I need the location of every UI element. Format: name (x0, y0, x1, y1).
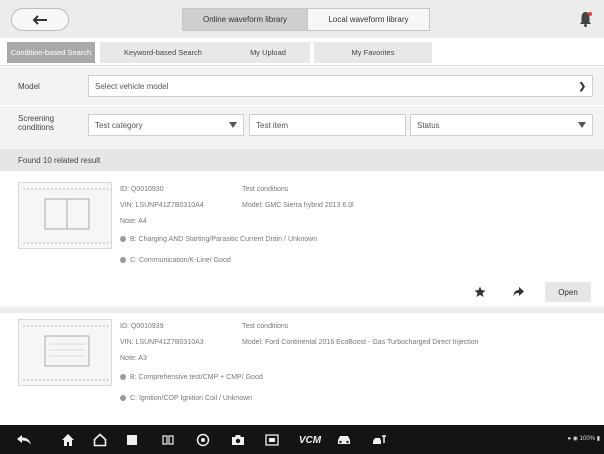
tab-my-favorites[interactable]: My Favorites (314, 42, 432, 63)
star-favorite-icon[interactable] (474, 286, 486, 300)
top-bar: Online waveform library Local waveform l… (0, 0, 604, 38)
chevron-right-icon: ❯ (578, 80, 586, 91)
model-select[interactable]: Select vehicle model ❯ (88, 75, 593, 97)
recent-apps-icon[interactable] (124, 432, 140, 448)
result-card[interactable]: ID: Q0010930 VIN: LSUNP41Z7B0310A4 Note:… (0, 172, 604, 307)
model-label: Model (18, 82, 40, 91)
test-category-select[interactable]: Test category (88, 114, 244, 136)
channel-c-info: C: Communication/K-Line/ Good (120, 257, 231, 264)
model-placeholder: Select vehicle model (95, 81, 169, 91)
browser-icon[interactable] (195, 432, 211, 448)
waveform-preview-icon (23, 188, 109, 244)
channel-c-text: C: Communication/K-Line/ Good (130, 257, 231, 264)
result-vin: VIN: LSUNP41Z7B0310A3 (120, 339, 204, 346)
result-model: Model: Ford Continental 2016 EcoBoost - … (242, 339, 479, 346)
car-service-icon[interactable] (372, 432, 388, 448)
screening-label: Screening conditions (18, 114, 55, 132)
bottom-nav-bar: VCM ● ◉ 100% ▮ (0, 425, 604, 454)
dropdown-arrow-icon (229, 122, 237, 128)
camera-icon[interactable] (230, 432, 246, 448)
tab-condition-based-search[interactable]: Condition-based Search (7, 42, 95, 63)
split-screen-icon[interactable] (160, 432, 176, 448)
car-icon[interactable] (336, 432, 352, 448)
channel-b-text: B: Charging AND Starting/Parasitic Curre… (130, 236, 318, 243)
channel-dot-icon (120, 374, 126, 381)
channel-dot-icon (120, 257, 126, 264)
home-outline-icon[interactable] (92, 432, 108, 448)
status-bar: ● ◉ 100% ▮ (567, 435, 600, 442)
tab-online-waveform-library[interactable]: Online waveform library (182, 8, 308, 31)
wifi-icon: ◉ (572, 436, 578, 442)
dropdown-arrow-icon (578, 122, 586, 128)
back-arrow-icon (32, 14, 47, 25)
channel-c-info: C: Ignition/COP Ignition Coil / Unknown (120, 395, 252, 402)
search-mode-tabs: Condition-based Search Keyword-based Sea… (0, 38, 604, 66)
waveform-preview-icon (23, 325, 109, 381)
notification-bell-icon[interactable] (579, 11, 592, 29)
back-nav-icon[interactable] (16, 432, 32, 448)
result-vin: VIN: LSUNP41Z7B0310A4 (120, 202, 204, 209)
test-conditions-label: Test conditions (242, 323, 289, 330)
vci-icon[interactable]: VCM (296, 432, 324, 448)
tab-keyword-based-search[interactable]: Keyword-based Search (100, 42, 226, 63)
back-button[interactable] (11, 8, 69, 31)
screening-row: Screening conditions Test category Test … (0, 106, 604, 149)
channel-b-info: B: Comprehensive test/CMP + CMP/ Good (120, 374, 263, 381)
location-icon: ● (567, 436, 572, 442)
result-note: Note: A4 (120, 218, 147, 225)
results-count: Found 10 related result (0, 149, 604, 171)
channel-c-text: C: Ignition/COP Ignition Coil / Unknown (130, 395, 253, 402)
channel-dot-icon (120, 395, 126, 402)
share-icon[interactable] (512, 286, 525, 300)
channel-b-text: B: Comprehensive test/CMP + CMP/ Good (130, 374, 263, 381)
tab-local-waveform-library[interactable]: Local waveform library (308, 8, 430, 31)
open-button[interactable]: Open (545, 282, 591, 302)
result-id: ID: Q0010939 (120, 323, 164, 330)
result-card[interactable]: ID: Q0010939 VIN: LSUNP41Z7B0310A3 Note:… (0, 313, 604, 425)
test-conditions-label: Test conditions (242, 186, 289, 193)
waveform-thumbnail[interactable] (18, 182, 112, 249)
model-row: Model Select vehicle model ❯ (0, 67, 604, 105)
waveform-thumbnail[interactable] (18, 319, 112, 386)
result-id: ID: Q0010930 (120, 186, 164, 193)
status-select[interactable]: Status (410, 114, 593, 136)
result-note: Note: A3 (120, 355, 147, 362)
battery-text: 100% (579, 436, 596, 442)
screen-record-icon[interactable] (264, 432, 280, 448)
home-icon[interactable] (60, 432, 76, 448)
test-item-field[interactable]: Test item (249, 114, 406, 136)
battery-icon: ▮ (596, 436, 600, 442)
result-model: Model: GMC Sierra hybrid 2013 6.0l (242, 202, 354, 209)
tab-my-upload[interactable]: My Upload (226, 42, 310, 63)
test-category-value: Test category (95, 120, 143, 130)
status-value: Status (417, 120, 440, 130)
test-item-value: Test item (256, 120, 289, 130)
channel-b-info: B: Charging AND Starting/Parasitic Curre… (120, 236, 317, 243)
channel-dot-icon (120, 236, 126, 243)
